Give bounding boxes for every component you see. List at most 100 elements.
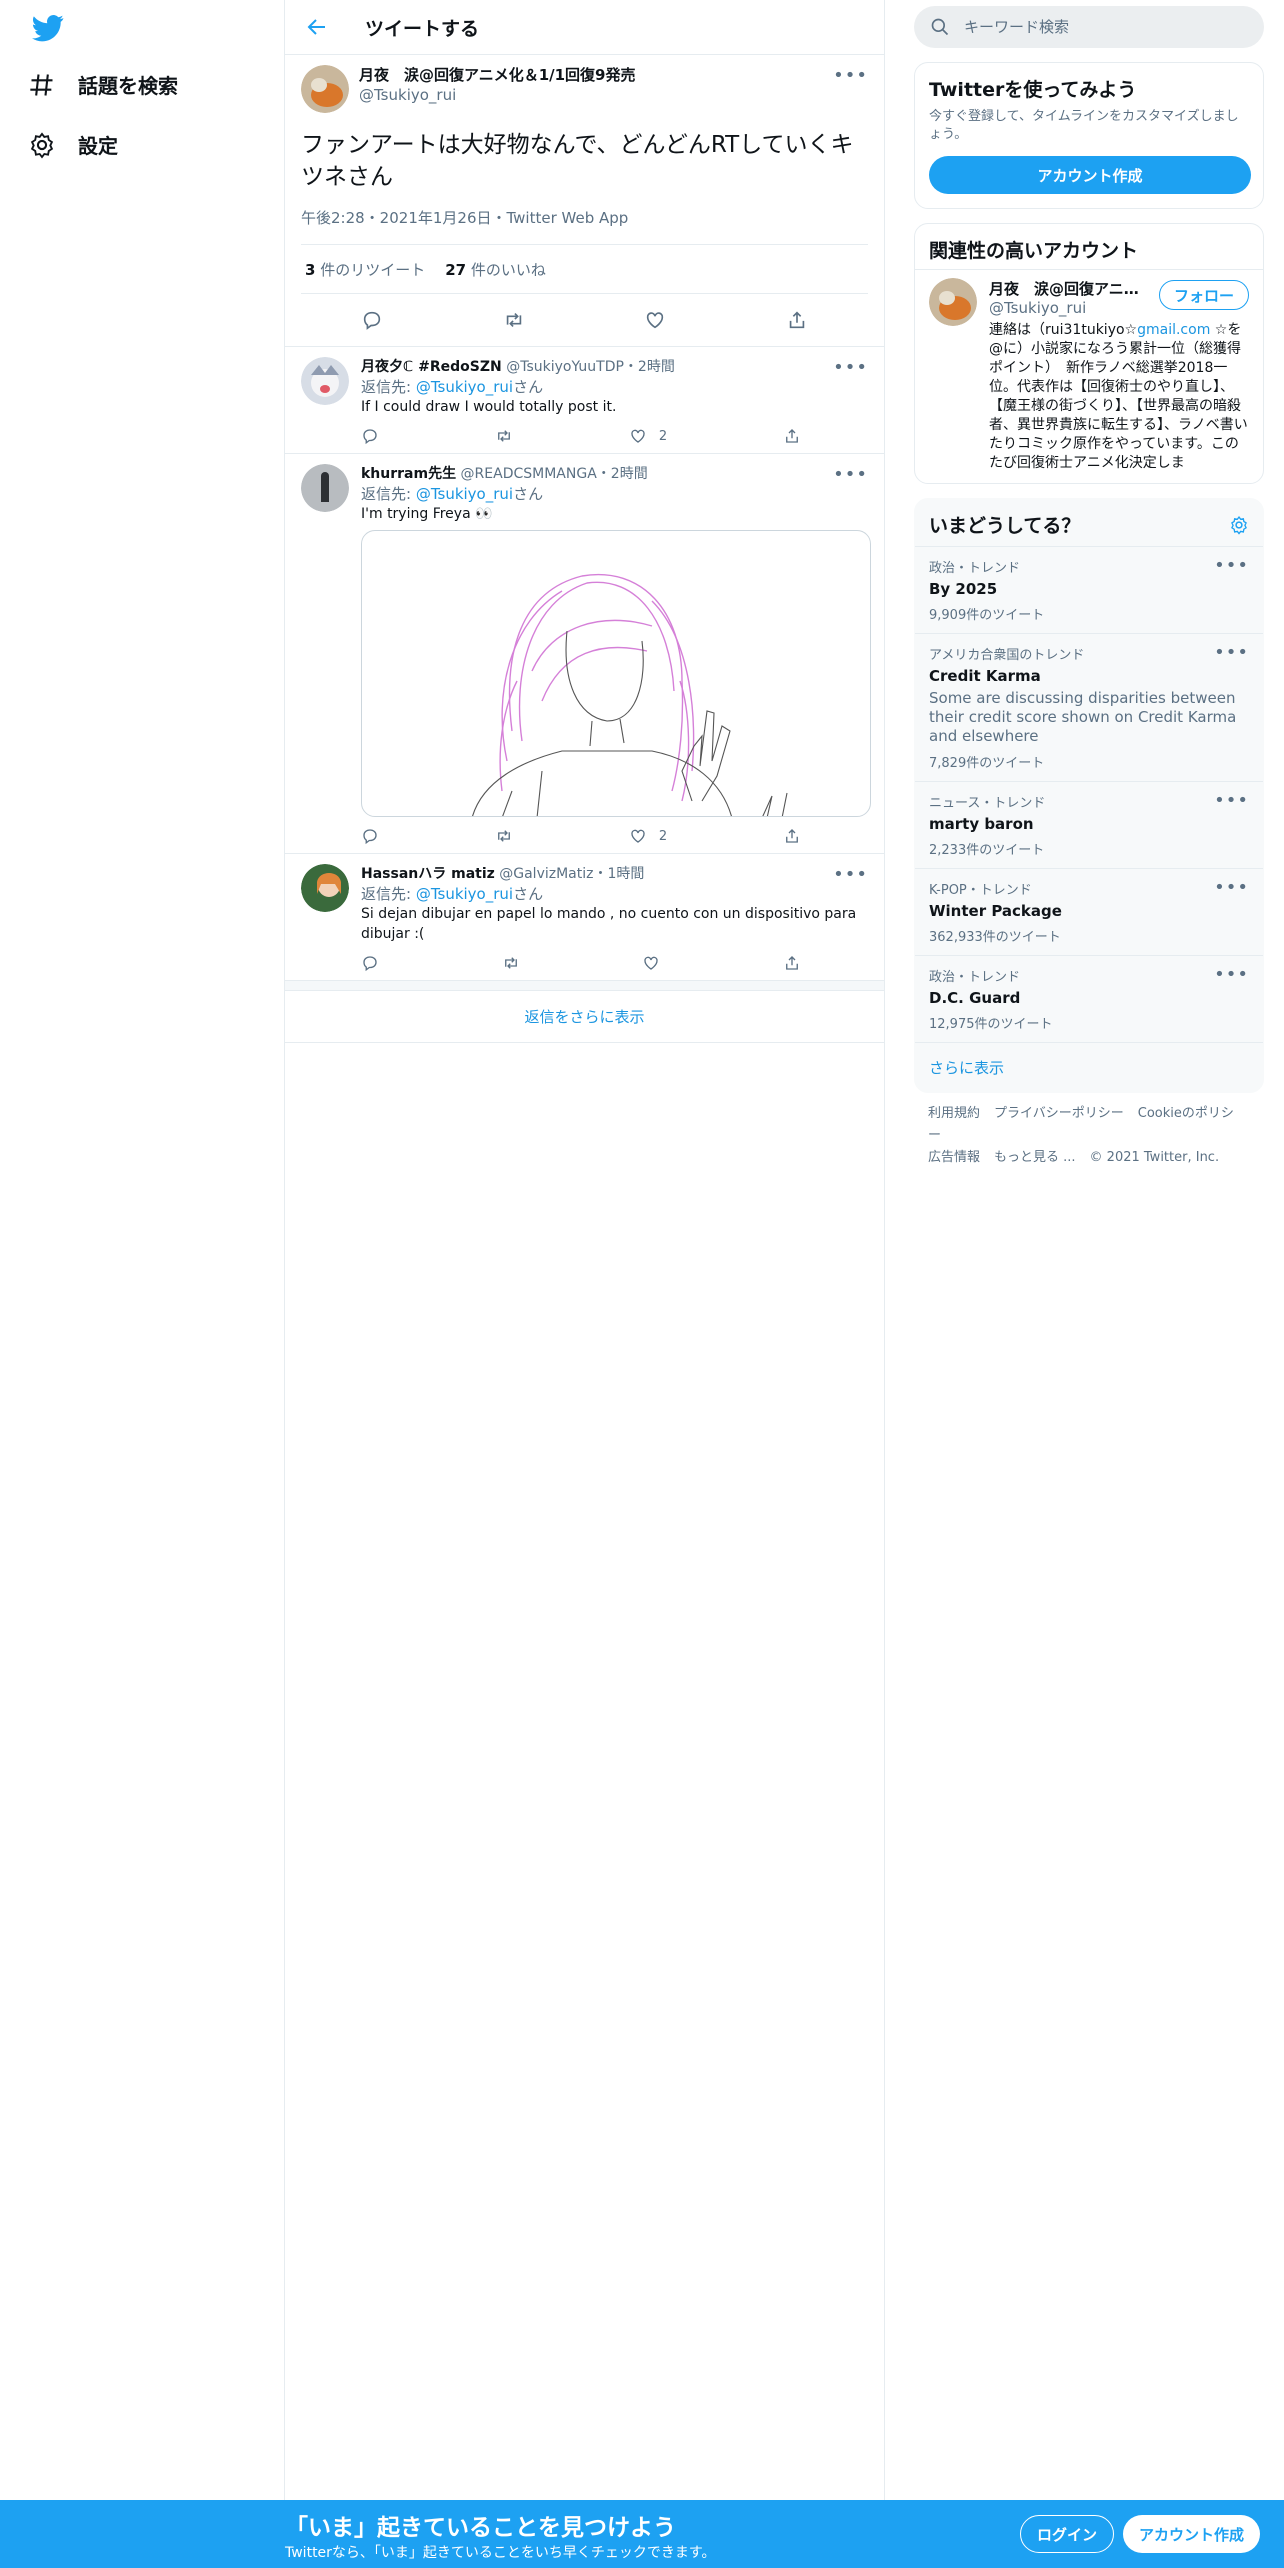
focal-tweet: 月夜 涙@回復アニメ化＆1/1回復9発売 @Tsukiyo_rui ••• ファ… (285, 55, 884, 347)
retweet-icon[interactable] (495, 427, 513, 445)
author-name[interactable]: 月夜 涙@回復アニメ化＆1/1回復9発売 (359, 65, 636, 85)
reply-text: If I could draw I would totally post it. (361, 399, 617, 415)
like-icon[interactable] (644, 309, 666, 331)
more-options-icon[interactable]: ••• (1214, 555, 1249, 576)
reply-time[interactable]: ・2時間 (597, 466, 648, 482)
twitter-logo-icon[interactable] (28, 12, 68, 44)
more-options-icon[interactable]: ••• (1214, 877, 1249, 898)
trend-count: 9,909件のツイート (929, 608, 1045, 623)
search-box[interactable] (914, 6, 1264, 48)
trend-description: Some are discussing disparities between … (929, 689, 1237, 745)
reply-author-handle[interactable]: @READCSMMANGA (461, 466, 597, 482)
trends-box: いまどうしてる？ 政治・トレンド By 2025 9,909件のツイート •••… (914, 498, 1264, 1093)
search-input[interactable] (962, 17, 1222, 37)
more-options-icon[interactable]: ••• (833, 864, 868, 885)
retweet-icon[interactable] (495, 827, 513, 845)
create-account-button[interactable]: アカウント作成 (929, 156, 1251, 194)
signup-banner: 「いま」起きていることを見つけよう Twitterなら、「いま」起きていることを… (0, 2500, 1284, 2568)
fan-art-sketch (472, 573, 788, 816)
like-icon[interactable] (629, 827, 647, 845)
reply-author-name[interactable]: 月夜夕ℂ #RedoSZN (361, 359, 502, 375)
retweet-icon[interactable] (502, 954, 520, 972)
hashtag-icon (30, 73, 53, 96)
bio-link[interactable]: gmail.com (1137, 322, 1210, 338)
trend-name: By 2025 (929, 580, 998, 598)
reply-author-name[interactable]: khurram先生 (361, 466, 456, 482)
signup-box: Twitterを使ってみよう 今すぐ登録して、タイムラインをカスタマイズしましょ… (914, 62, 1264, 209)
trend-name: D.C. Guard (929, 989, 1021, 1007)
reply-time[interactable]: ・1時間 (593, 866, 644, 882)
footer-link[interactable]: 広告情報 (928, 1150, 980, 1165)
nav-explore-label: 話題を検索 (78, 74, 178, 98)
back-arrow-icon[interactable] (305, 15, 329, 39)
more-options-icon[interactable]: ••• (1214, 964, 1249, 985)
login-button[interactable]: ログイン (1020, 2515, 1115, 2553)
banner-subtitle: Twitterなら、「いま」起きていることをいち早くチェックできます。 (285, 2545, 716, 2561)
reply-avatar[interactable] (301, 864, 349, 912)
share-icon[interactable] (783, 954, 801, 972)
trend-name: Credit Karma (929, 667, 1041, 685)
gear-icon[interactable] (1229, 515, 1249, 535)
like-count: 2 (658, 828, 668, 844)
trend-item[interactable]: 政治・トレンド D.C. Guard 12,975件のツイート ••• (915, 956, 1263, 1043)
more-options-icon[interactable]: ••• (833, 357, 868, 378)
reply-icon[interactable] (361, 309, 383, 331)
reply-author-handle[interactable]: @TsukiyoYuuTDP (506, 359, 624, 375)
trends-title: いまどうしてる？ (929, 515, 1081, 537)
like-icon[interactable] (629, 427, 647, 445)
reply-icon[interactable] (361, 954, 379, 972)
reply-avatar[interactable] (301, 357, 349, 405)
reply-avatar[interactable] (301, 464, 349, 512)
nav-explore[interactable]: 話題を検索 (28, 70, 178, 99)
retweets-stat[interactable]: 3 件のリツイート (305, 259, 425, 280)
retweet-icon[interactable] (503, 309, 525, 331)
likes-stat[interactable]: 27 件のいいね (445, 259, 546, 280)
related-avatar[interactable] (929, 278, 977, 326)
trend-meta: アメリカ合衆国のトレンド (929, 648, 1085, 663)
tweet-timestamp[interactable]: 午後2:28・2021年1月26日・Twitter Web App (301, 207, 868, 228)
reply-author-name[interactable]: Hassanハラ matiz (361, 866, 495, 882)
reply-time[interactable]: ・2時間 (624, 359, 675, 375)
divider (285, 981, 884, 991)
reply-icon[interactable] (361, 827, 379, 845)
signup-button[interactable]: アカウント作成 (1123, 2515, 1261, 2553)
share-icon[interactable] (783, 427, 801, 445)
share-icon[interactable] (783, 827, 801, 845)
page-header: ツイートする (285, 0, 884, 55)
reply-tweet[interactable]: Hassanハラ matiz @GalvizMatiz・1時間 ••• 返信先:… (285, 854, 884, 981)
reply-to-link[interactable]: @Tsukiyo_rui (416, 485, 513, 503)
follow-button[interactable]: フォロー (1158, 280, 1249, 310)
like-icon[interactable] (642, 954, 660, 972)
show-more-replies-button[interactable]: 返信をさらに表示 (285, 991, 884, 1043)
related-account[interactable]: 月夜 涙@回復アニ... @Tsukiyo_rui フォロー 連絡は（rui31… (915, 269, 1263, 483)
nav-settings[interactable]: 設定 (28, 130, 118, 159)
reply-author-handle[interactable]: @GalvizMatiz (499, 866, 593, 882)
trend-count: 362,933件のツイート (929, 930, 1061, 945)
show-more-trends-link[interactable]: さらに表示 (915, 1043, 1263, 1092)
more-options-icon[interactable]: ••• (1214, 642, 1249, 663)
author-handle[interactable]: @Tsukiyo_rui (359, 85, 636, 105)
more-options-icon[interactable]: ••• (1214, 790, 1249, 811)
reply-to-link[interactable]: @Tsukiyo_rui (416, 885, 513, 903)
signup-title: Twitterを使ってみよう (929, 79, 1137, 101)
reply-media-image[interactable] (361, 530, 871, 817)
trend-item[interactable]: アメリカ合衆国のトレンド Credit Karma Some are discu… (915, 634, 1263, 782)
trend-item[interactable]: 政治・トレンド By 2025 9,909件のツイート ••• (915, 547, 1263, 634)
footer-link[interactable]: プライバシーポリシー (994, 1106, 1124, 1121)
reply-tweet[interactable]: khurram先生 @READCSMMANGA・2時間 ••• 返信先: @Ts… (285, 454, 884, 854)
trend-item[interactable]: K-POP・トレンド Winter Package 362,933件のツイート … (915, 869, 1263, 956)
related-name[interactable]: 月夜 涙@回復アニ... (989, 278, 1139, 299)
more-options-icon[interactable]: ••• (833, 464, 868, 485)
author-avatar[interactable] (301, 65, 349, 113)
footer-link[interactable]: もっと見る ... (994, 1150, 1076, 1165)
trend-item[interactable]: ニュース・トレンド marty baron 2,233件のツイート ••• (915, 782, 1263, 869)
reply-tweet[interactable]: 月夜夕ℂ #RedoSZN @TsukiyoYuuTDP・2時間 ••• 返信先… (285, 347, 884, 454)
reply-icon[interactable] (361, 427, 379, 445)
more-options-icon[interactable]: ••• (833, 65, 868, 86)
footer-link[interactable]: 利用規約 (928, 1106, 980, 1121)
share-icon[interactable] (786, 309, 808, 331)
reply-actions (361, 954, 801, 972)
reply-to-link[interactable]: @Tsukiyo_rui (416, 378, 513, 396)
tweet-actions (301, 294, 868, 346)
search-icon (931, 18, 949, 36)
